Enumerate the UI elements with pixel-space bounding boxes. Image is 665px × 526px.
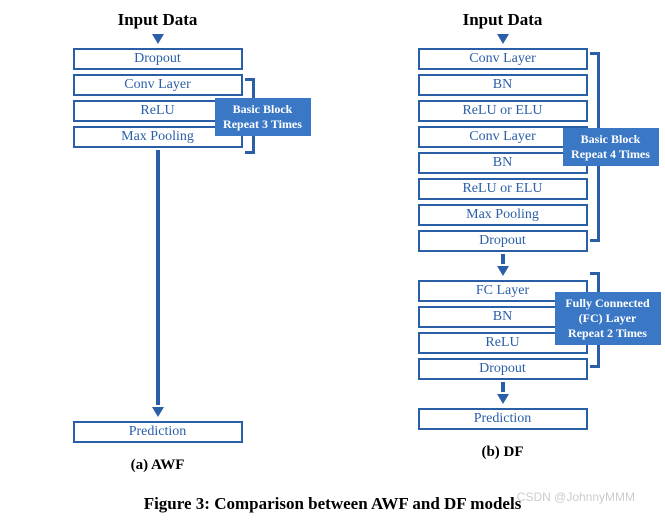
df-layer: Conv Layer [418,48,588,70]
awf-layer: Conv Layer [73,74,243,96]
awf-input-label: Input Data [118,10,198,30]
diagram-columns: Input Data Dropout Conv Layer ReLU Max P… [10,10,655,474]
arrow-down-icon [152,407,164,417]
df-layer: Max Pooling [418,204,588,226]
watermark-text: CSDN @JohnnyMMM [517,490,635,504]
df-layer: ReLU or ELU [418,178,588,200]
awf-caption: (a) AWF [131,457,185,474]
awf-annotation: Basic Block Repeat 3 Times [215,98,311,136]
awf-long-arrow [152,150,164,419]
arrow-down-icon [497,266,509,276]
arrow-down-icon [497,394,509,404]
df-annot2-text: Fully Connected (FC) Layer Repeat 2 Time… [565,296,649,340]
df-layer: Dropout [418,358,588,380]
df-column: Input Data Conv Layer BN ReLU or ELU Con… [353,10,653,461]
df-caption: (b) DF [481,444,523,461]
df-mid-arrow [497,254,509,278]
df-annot1-text: Basic Block Repeat 4 Times [571,132,650,161]
arrow-down-icon [152,34,164,44]
df-bottom-arrow [497,382,509,406]
arrow-down-icon [497,34,509,44]
df-layer: BN [418,74,588,96]
df-annotation1: Basic Block Repeat 4 Times [563,128,659,166]
df-layer: ReLU or ELU [418,100,588,122]
df-prediction: Prediction [418,408,588,430]
awf-annot-line1: Basic Block Repeat 3 Times [223,102,302,131]
df-annotation2: Fully Connected (FC) Layer Repeat 2 Time… [555,292,661,345]
awf-column: Input Data Dropout Conv Layer ReLU Max P… [13,10,303,474]
df-layer: Dropout [418,230,588,252]
awf-layer: Dropout [73,48,243,70]
awf-prediction: Prediction [73,421,243,443]
df-input-label: Input Data [463,10,543,30]
